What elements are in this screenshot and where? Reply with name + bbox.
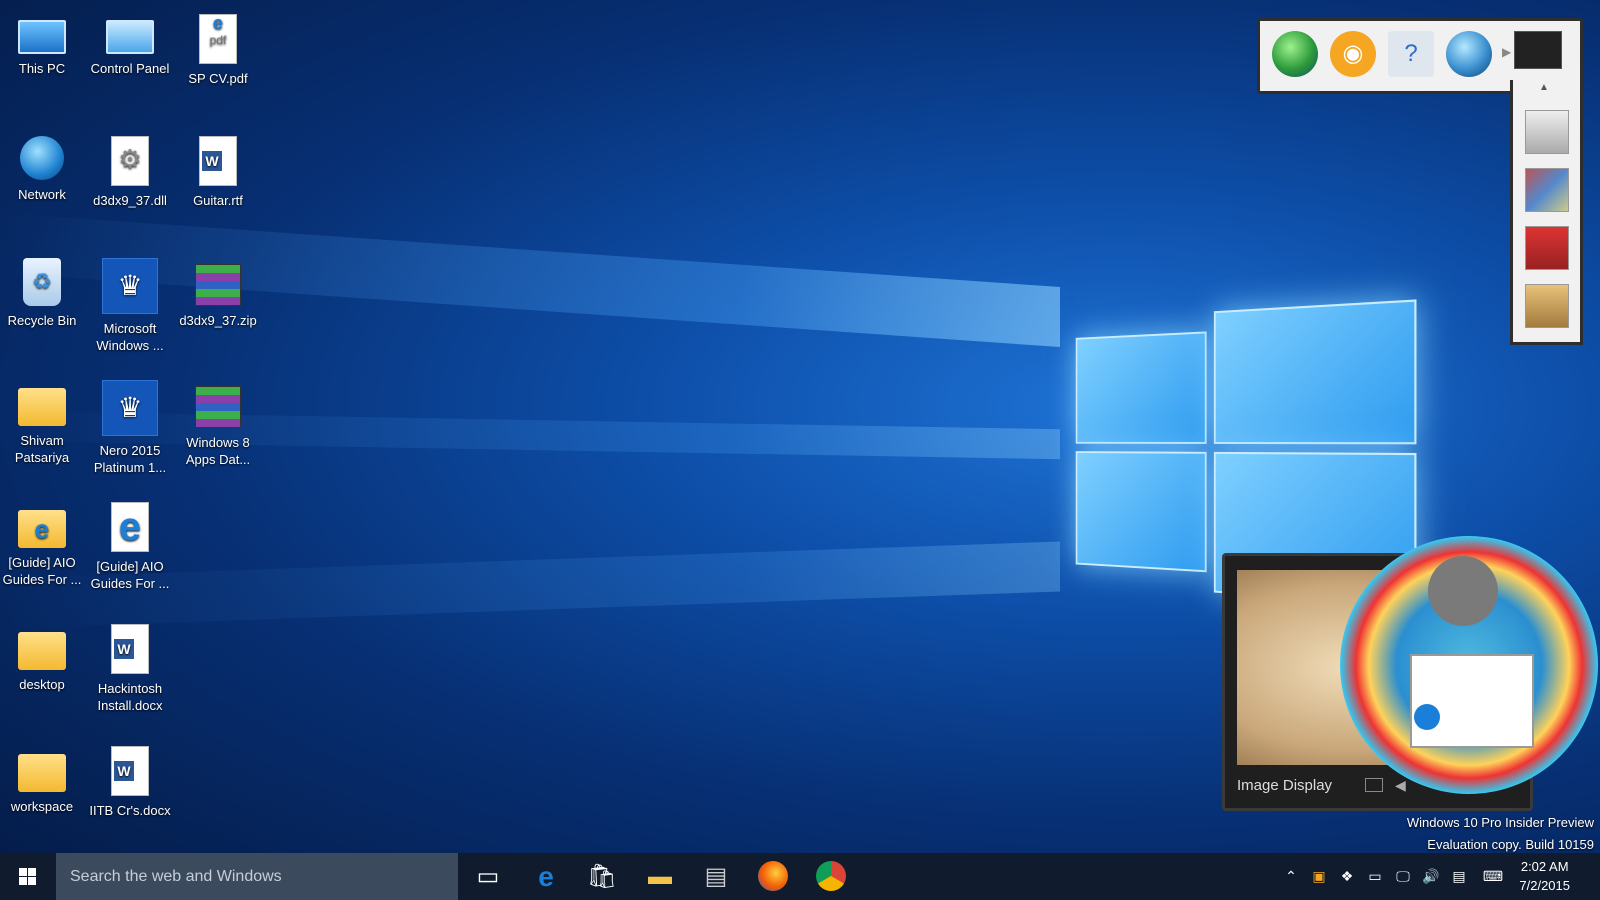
icon-label: Microsoft Windows ... <box>96 321 164 353</box>
clock-time: 2:02 AM <box>1520 859 1569 874</box>
desktop-icon-iitb-docx[interactable]: W IITB Cr's.docx <box>88 736 172 819</box>
show-hidden-icons-chevron-icon[interactable]: ⌃ <box>1282 867 1300 885</box>
grid-view-icon[interactable] <box>1365 778 1383 792</box>
icon-label: Guitar.rtf <box>193 193 243 208</box>
icon-label: Nero 2015 Platinum 1... <box>93 443 167 475</box>
chrome-icon[interactable] <box>816 861 846 891</box>
expand-arrow-icon[interactable]: ▶ <box>1502 45 1511 59</box>
action-center-icon[interactable]: ▤ <box>1450 867 1468 885</box>
icon-label: Hackintosh Install.docx <box>97 681 163 713</box>
help-documents-icon[interactable]: ? <box>1388 31 1434 77</box>
wifi-icon[interactable]: ◉ <box>1330 31 1376 77</box>
desktop-icon-guide-aio-folder[interactable]: e [Guide] AIO Guides For ... <box>0 492 84 588</box>
build-watermark-line1: Windows 10 Pro Insider Preview <box>1406 815 1594 830</box>
network-icon <box>20 136 64 180</box>
icon-label: Windows 8 Apps Dat... <box>185 435 251 467</box>
recycle-bin-icon: ♻ <box>23 258 61 306</box>
desktop-icon-desktop-folder[interactable]: desktop <box>0 614 84 693</box>
slideshow-icon[interactable] <box>1525 226 1569 270</box>
network-cubes-icon <box>1410 654 1534 748</box>
computer-icon <box>18 20 66 54</box>
icon-label: d3dx9_37.dll <box>93 193 167 208</box>
task-view-icon[interactable]: ▭ <box>472 861 504 893</box>
edge-browser-icon[interactable]: e <box>530 861 562 893</box>
desktop-icon-this-pc[interactable]: This PC <box>0 4 84 77</box>
crown-icon: ♛ <box>102 380 158 436</box>
icon-label: This PC <box>18 61 66 76</box>
edge-file-icon: e <box>111 502 149 552</box>
desktop-icon-hackintosh-docx[interactable]: W Hackintosh Install.docx <box>88 614 172 714</box>
desktop-icon-workspace[interactable]: workspace <box>0 736 84 815</box>
desktop-icon-guitar-rtf[interactable]: W Guitar.rtf <box>176 126 260 209</box>
desktop-icon-guide-aio-file[interactable]: e [Guide] AIO Guides For ... <box>88 492 172 592</box>
network-tray-icon[interactable]: 🖵 <box>1394 867 1412 885</box>
desktop-icon-control-panel[interactable]: Control Panel <box>88 4 172 77</box>
scroll-up-icon[interactable]: ▲ <box>1539 82 1549 93</box>
winrar-archive-icon <box>195 264 241 306</box>
picture-frame-icon[interactable] <box>1525 284 1569 328</box>
gadget-sidebar: ▲ <box>1510 80 1583 345</box>
icon-label: IITB Cr's.docx <box>89 803 171 818</box>
scanner-app-icon[interactable]: ▤ <box>700 861 732 893</box>
firefox-icon[interactable] <box>758 861 788 891</box>
taskbar-clock[interactable]: 2:02 AM 7/2/2015 <box>1519 857 1570 895</box>
icon-label: SP CV.pdf <box>188 71 248 86</box>
folder-icon: e <box>18 510 66 548</box>
word-file-icon: W <box>111 746 149 796</box>
icon-label: [Guide] AIO Guides For ... <box>2 555 82 587</box>
word-file-icon: W <box>199 136 237 186</box>
icon-label: Shivam Patsariya <box>14 433 70 465</box>
icon-label: d3dx9_37.zip <box>179 313 257 328</box>
icon-label: desktop <box>19 677 65 692</box>
desktop-icon-network[interactable]: Network <box>0 126 84 203</box>
monitor-icon <box>1414 704 1440 730</box>
volume-icon[interactable]: 🔊 <box>1422 867 1440 885</box>
desktop-icon-nero-2015[interactable]: ♛ Nero 2015 Platinum 1... <box>88 370 172 476</box>
control-panel-icon <box>106 20 154 54</box>
user-folder-icon <box>18 388 66 426</box>
globe-network-icon[interactable] <box>1272 31 1318 77</box>
previous-arrow-icon[interactable]: ◀ <box>1395 777 1406 794</box>
clock-date: 7/2/2015 <box>1519 878 1570 893</box>
folder-icon <box>18 754 66 792</box>
tray-app-icon[interactable]: ▣ <box>1310 867 1328 885</box>
icon-label: Control Panel <box>90 61 170 76</box>
file-explorer-icon[interactable]: ▬ <box>644 861 676 893</box>
desktop-icon-d3dx9-dll[interactable]: ⚙ d3dx9_37.dll <box>88 126 172 209</box>
person-silhouette-icon <box>1428 556 1498 626</box>
pdf-file-icon: e pdf <box>199 14 237 64</box>
icon-label: [Guide] AIO Guides For ... <box>90 559 170 591</box>
desktop-icon-sp-cv-pdf[interactable]: e pdf SP CV.pdf <box>176 4 260 87</box>
desktop-icon-d3dx9-zip[interactable]: d3dx9_37.zip <box>176 248 260 329</box>
globe-help-icon[interactable] <box>1446 31 1492 77</box>
winrar-archive-icon <box>195 386 241 428</box>
icon-label: workspace <box>10 799 74 814</box>
start-button[interactable] <box>0 853 56 900</box>
gadget-caption: Image Display <box>1237 777 1333 794</box>
word-file-icon: W <box>111 624 149 674</box>
dropbox-icon[interactable]: ❖ <box>1338 867 1356 885</box>
desktop-icon-recycle-bin[interactable]: ♻ Recycle Bin <box>0 248 84 329</box>
folder-icon <box>18 632 66 670</box>
touch-keyboard-icon[interactable]: ⌨ <box>1478 867 1508 885</box>
windows-start-icon <box>19 868 27 876</box>
desktop-icon-windows-8-apps[interactable]: Windows 8 Apps Dat... <box>176 370 260 468</box>
build-watermark-line2: Evaluation copy. Build 10159 <box>1427 837 1594 852</box>
crown-icon: ♛ <box>102 258 158 314</box>
avatar-badge-logo <box>1340 536 1598 794</box>
keyboard-grid-icon[interactable] <box>1514 31 1562 69</box>
store-icon[interactable]: 🛍 <box>586 861 618 893</box>
scanner-icon[interactable] <box>1525 110 1569 154</box>
photo-gallery-icon[interactable] <box>1525 168 1569 212</box>
icon-label: Network <box>18 187 66 202</box>
battery-icon[interactable]: ▭ <box>1366 867 1384 885</box>
search-box[interactable]: Search the web and Windows <box>56 853 458 900</box>
desktop-icon-shivam-patsariya[interactable]: Shivam Patsariya <box>0 370 84 466</box>
icon-label: Recycle Bin <box>7 313 77 328</box>
dll-file-icon: ⚙ <box>111 136 149 186</box>
desktop-icon-microsoft-windows[interactable]: ♛ Microsoft Windows ... <box>88 248 172 354</box>
taskbar: Search the web and Windows ▭ e 🛍 ▬ ▤ ⌃ ▣… <box>0 853 1600 900</box>
